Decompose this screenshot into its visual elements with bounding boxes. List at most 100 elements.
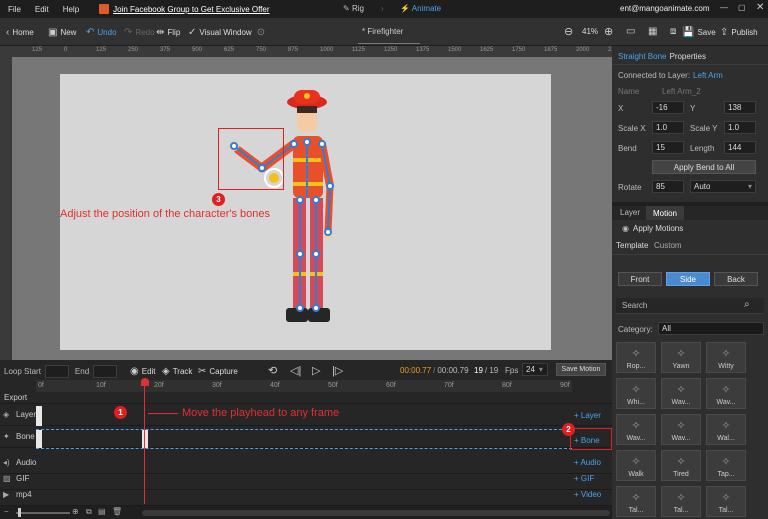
- rotate-mode-select[interactable]: Auto ▾: [690, 180, 756, 193]
- frame-tick-label: 0f: [38, 382, 44, 389]
- frame-tick-label: 50f: [328, 382, 338, 389]
- delete-icon[interactable]: 🗑: [112, 507, 122, 516]
- motion-thumbnail[interactable]: ✧ Wav...: [661, 378, 701, 409]
- tab-motion[interactable]: Motion: [646, 206, 684, 220]
- name-label: Name: [618, 87, 640, 96]
- bone-keyframe-current[interactable]: [142, 430, 148, 448]
- tab-template[interactable]: Template: [616, 241, 648, 250]
- apply-bend-button[interactable]: Apply Bend to All: [652, 160, 756, 174]
- motion-thumbnail[interactable]: ✧ Wav...: [661, 414, 701, 445]
- add-layer-button[interactable]: + Layer: [574, 411, 601, 420]
- fps-select[interactable]: 24 ▾: [522, 363, 548, 376]
- bone-keyframe-start[interactable]: [36, 430, 42, 448]
- y-input[interactable]: 138: [724, 101, 756, 114]
- close-icon[interactable]: ✕: [756, 2, 764, 13]
- flip-button[interactable]: ⇹ Flip: [156, 27, 180, 38]
- add-gif-button[interactable]: + GIF: [574, 474, 594, 483]
- next-frame-icon[interactable]: |▷: [332, 364, 343, 377]
- ruler-tick-label: 125: [32, 47, 43, 53]
- animate-mode[interactable]: ⚡ Animate: [400, 4, 441, 13]
- ruler-tick-label: 1375: [416, 47, 430, 53]
- motion-thumbnail[interactable]: ✧ Wav...: [706, 378, 746, 409]
- publish-button[interactable]: ⇪ Publish: [720, 27, 758, 38]
- save-button[interactable]: 💾 Save: [682, 27, 716, 38]
- capture-button[interactable]: ✂ Capture: [198, 366, 238, 377]
- menu-file[interactable]: File: [8, 5, 21, 14]
- motion-thumbnail[interactable]: ✧ Whi...: [616, 378, 656, 409]
- x-input[interactable]: -16: [652, 101, 684, 114]
- grid-icon[interactable]: ▦: [648, 26, 657, 37]
- category-select[interactable]: All: [658, 322, 764, 335]
- save-motion-button[interactable]: Save Motion: [556, 363, 606, 376]
- minimize-icon[interactable]: —: [720, 3, 728, 12]
- account-email[interactable]: ent@mangoanimate.com: [620, 4, 710, 13]
- maximize-icon[interactable]: ▢: [738, 3, 746, 12]
- paste-icon[interactable]: ▤: [98, 507, 106, 516]
- zoom-in-timeline-icon[interactable]: ⊕: [72, 507, 79, 516]
- motion-figure-icon: ✧: [631, 384, 641, 396]
- visual-window-toggle[interactable]: ✓ Visual Window ⊙: [188, 27, 268, 38]
- new-button[interactable]: ▣ New: [48, 27, 76, 38]
- play-icon[interactable]: ▷: [312, 364, 320, 377]
- zoom-out-timeline-icon[interactable]: −: [4, 507, 9, 516]
- timeline-scrollbar[interactable]: [142, 510, 610, 516]
- loop-icon[interactable]: ⟲: [268, 364, 277, 377]
- menu-bar: File Edit Help Join Facebook Group to Ge…: [0, 0, 768, 18]
- timeline-zoom-handle[interactable]: [18, 508, 21, 517]
- frame-ruler[interactable]: 0f 10f 20f 30f 40f 50f 60f 70f 80f 90f: [36, 380, 572, 392]
- zoom-out-icon[interactable]: ⊖: [564, 25, 573, 38]
- motion-thumbnail[interactable]: ✧ Rop...: [616, 342, 656, 373]
- rotate-input[interactable]: 85: [652, 180, 684, 193]
- copy-icon[interactable]: ⧉: [86, 507, 92, 517]
- mode-arrow-icon: ›: [381, 4, 384, 13]
- redo-button[interactable]: ↷ Redo: [124, 27, 155, 38]
- tab-layer[interactable]: Layer: [620, 208, 640, 217]
- motion-thumbnail[interactable]: ✧ Witty: [706, 342, 746, 373]
- crop-icon[interactable]: ⧈: [670, 26, 676, 37]
- previous-frame-icon[interactable]: ◁|: [290, 364, 301, 377]
- add-audio-button[interactable]: + Audio: [574, 458, 601, 467]
- motion-thumbnail[interactable]: ✧ Wal...: [706, 414, 746, 445]
- rotate-label: Rotate: [618, 183, 642, 192]
- bend-input[interactable]: 15: [652, 141, 684, 154]
- motion-thumbnail[interactable]: ✧ Tired: [661, 450, 701, 481]
- zoom-in-icon[interactable]: ⊕: [604, 25, 613, 38]
- playhead-handle[interactable]: [141, 378, 149, 386]
- motion-search-input[interactable]: Search: [616, 298, 764, 314]
- rig-mode[interactable]: ✎ Rig: [343, 4, 364, 13]
- view-side-button[interactable]: Side: [666, 272, 710, 286]
- scale-x-input[interactable]: 1.0: [652, 121, 684, 134]
- tab-custom[interactable]: Custom: [654, 241, 682, 250]
- layer-keyframe-start[interactable]: [36, 406, 42, 426]
- loop-start-input[interactable]: [44, 364, 69, 378]
- add-bone-button[interactable]: + Bone: [574, 436, 600, 445]
- home-button[interactable]: ‹ Home: [6, 27, 34, 38]
- motion-thumbnail[interactable]: ✧ Tal...: [616, 486, 656, 517]
- undo-button[interactable]: ↶ Undo: [86, 27, 117, 38]
- fit-screen-icon[interactable]: ▭: [626, 26, 635, 37]
- loop-end-input[interactable]: [93, 364, 118, 378]
- promo-link[interactable]: Join Facebook Group to Get Exclusive Off…: [99, 4, 270, 14]
- scale-y-input[interactable]: 1.0: [724, 121, 756, 134]
- motion-thumbnail[interactable]: ✧ Tal...: [706, 486, 746, 517]
- track-mode-button[interactable]: ◈ Track: [162, 366, 192, 377]
- edit-mode-button[interactable]: ◉ Edit: [130, 366, 156, 377]
- apply-motions-toggle[interactable]: ◉ Apply Motions: [622, 224, 683, 233]
- view-back-button[interactable]: Back: [714, 272, 758, 286]
- connected-layer-link[interactable]: Left Arm: [693, 71, 723, 80]
- menu-help[interactable]: Help: [63, 5, 79, 14]
- timeline-zoom-slider[interactable]: [16, 512, 70, 514]
- motion-thumbnail[interactable]: ✧ Wav...: [616, 414, 656, 445]
- length-input[interactable]: 144: [724, 141, 756, 154]
- add-video-button[interactable]: + Video: [574, 490, 601, 499]
- motion-thumbnail[interactable]: ✧ Walk: [616, 450, 656, 481]
- motion-thumbnail[interactable]: ✧ Tap...: [706, 450, 746, 481]
- search-icon[interactable]: ⌕: [744, 299, 750, 310]
- menu-edit[interactable]: Edit: [35, 5, 49, 14]
- motion-label: Tired: [673, 471, 689, 478]
- bone-highlight-box: [218, 128, 284, 190]
- motion-thumbnail[interactable]: ✧ Tal...: [661, 486, 701, 517]
- motion-thumbnail[interactable]: ✧ Yawn: [661, 342, 701, 373]
- view-front-button[interactable]: Front: [618, 272, 662, 286]
- motion-label: Witty: [718, 363, 734, 370]
